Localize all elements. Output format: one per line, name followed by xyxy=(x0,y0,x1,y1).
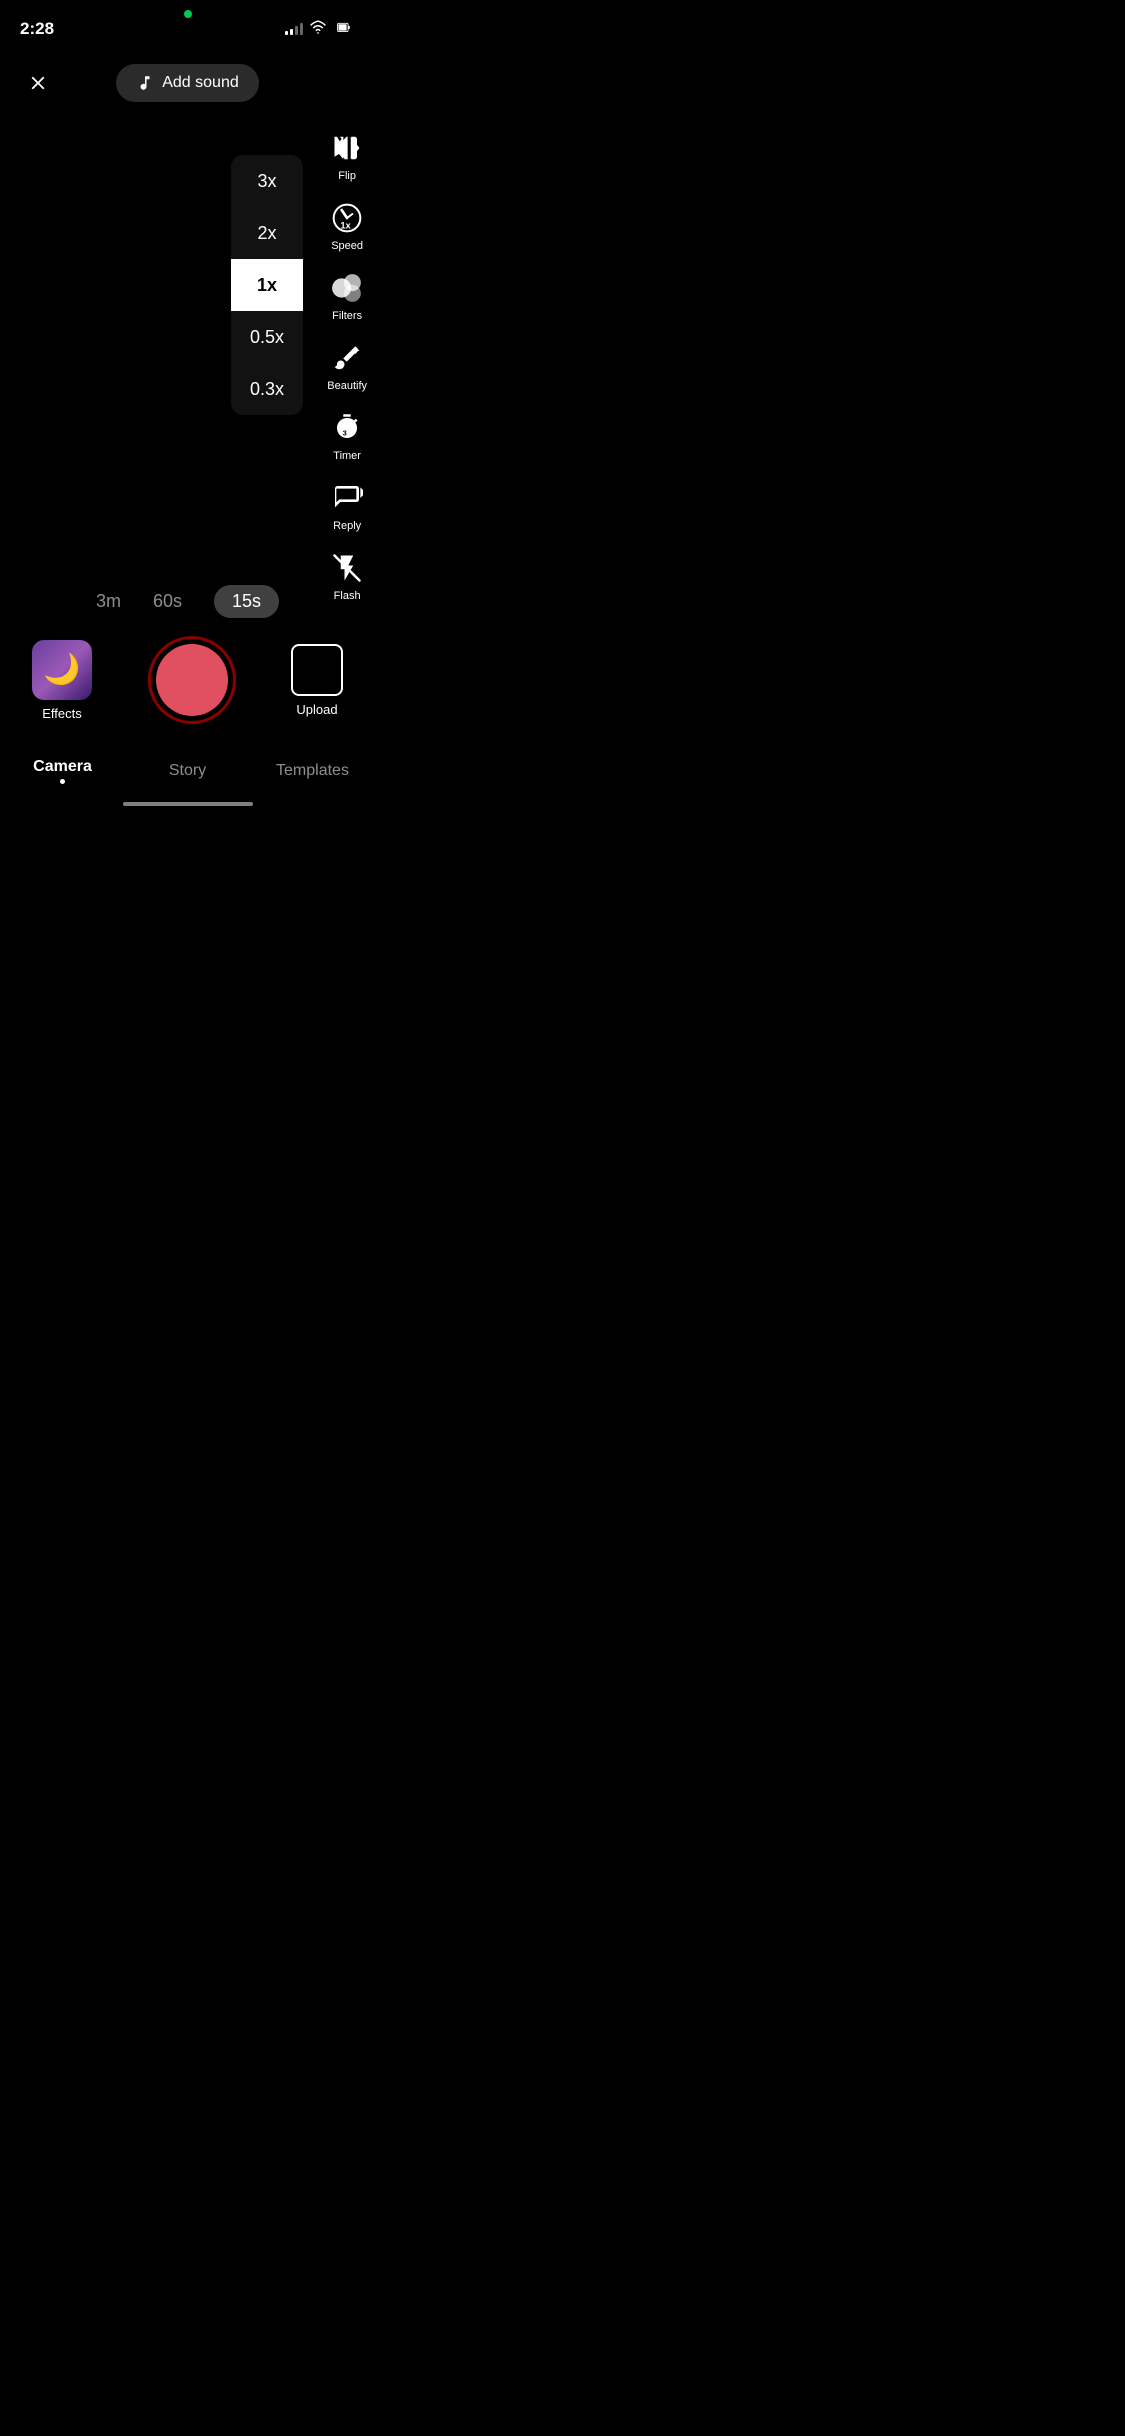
speed-0-3x[interactable]: 0.3x xyxy=(231,363,303,415)
home-bar xyxy=(123,802,253,806)
reply-button[interactable]: Reply xyxy=(329,480,365,532)
svg-text:1x: 1x xyxy=(340,221,351,231)
status-icons xyxy=(285,19,355,40)
svg-text:3: 3 xyxy=(343,429,347,438)
upload-inner xyxy=(307,660,327,680)
add-sound-button[interactable]: Add sound xyxy=(116,64,259,102)
status-time: 2:28 xyxy=(20,19,54,39)
status-bar: 2:28 xyxy=(0,0,375,44)
speed-1x[interactable]: 1x xyxy=(231,259,303,311)
speed-0-5x[interactable]: 0.5x xyxy=(231,311,303,363)
duration-15s[interactable]: 15s xyxy=(214,585,279,618)
upload-icon xyxy=(291,644,343,696)
speed-selector: 3x 2x 1x 0.5x 0.3x xyxy=(231,155,303,415)
signal-icon xyxy=(285,23,303,35)
upload-label: Upload xyxy=(296,702,337,717)
duration-60s[interactable]: 60s xyxy=(153,591,182,612)
wifi-icon xyxy=(309,19,327,40)
add-sound-label: Add sound xyxy=(162,74,239,92)
filters-icon xyxy=(329,270,365,306)
effects-icon: 🌙 xyxy=(32,640,92,700)
timer-icon: 3 xyxy=(329,410,365,446)
battery-icon xyxy=(333,21,355,38)
beautify-button[interactable]: Beautify xyxy=(327,340,367,392)
nav-story-label: Story xyxy=(169,762,206,780)
timer-button[interactable]: 3 Timer xyxy=(329,410,365,462)
speed-button[interactable]: 1x Speed xyxy=(329,200,365,252)
nav-camera[interactable]: Camera xyxy=(0,752,125,788)
effects-label: Effects xyxy=(42,706,82,721)
flip-label: Flip xyxy=(338,170,356,182)
effects-button[interactable]: 🌙 Effects xyxy=(32,640,92,721)
duration-tabs: 3m 60s 15s xyxy=(0,575,375,628)
nav-camera-dot xyxy=(60,779,65,784)
filters-button[interactable]: Filters xyxy=(329,270,365,322)
speed-label: Speed xyxy=(331,240,363,252)
reply-label: Reply xyxy=(333,520,361,532)
filters-label: Filters xyxy=(332,310,362,322)
bottom-nav: Camera Story Templates xyxy=(0,752,375,796)
reply-icon xyxy=(329,480,365,516)
flip-button[interactable]: Flip xyxy=(329,130,365,182)
duration-3m[interactable]: 3m xyxy=(96,591,121,612)
right-sidebar: Flip 1x Speed Filters xyxy=(327,130,367,602)
speed-3x[interactable]: 3x xyxy=(231,155,303,207)
upload-button[interactable]: Upload xyxy=(291,644,343,717)
nav-templates-label: Templates xyxy=(276,762,349,780)
record-button-inner xyxy=(156,644,228,716)
record-button[interactable] xyxy=(148,636,236,724)
camera-controls: 🌙 Effects Upload xyxy=(0,636,375,724)
close-button[interactable] xyxy=(20,65,56,101)
beautify-icon xyxy=(329,340,365,376)
bottom-section: 3m 60s 15s 🌙 Effects Upload Camera xyxy=(0,575,375,812)
timer-label: Timer xyxy=(333,450,361,462)
home-indicator xyxy=(0,796,375,812)
nav-camera-label: Camera xyxy=(33,758,92,776)
beautify-label: Beautify xyxy=(327,380,367,392)
nav-story[interactable]: Story xyxy=(125,756,250,784)
camera-active-dot xyxy=(184,10,192,18)
speed-2x[interactable]: 2x xyxy=(231,207,303,259)
top-controls: Add sound xyxy=(0,44,375,112)
speed-icon: 1x xyxy=(329,200,365,236)
flip-icon xyxy=(329,130,365,166)
nav-templates[interactable]: Templates xyxy=(250,756,375,784)
